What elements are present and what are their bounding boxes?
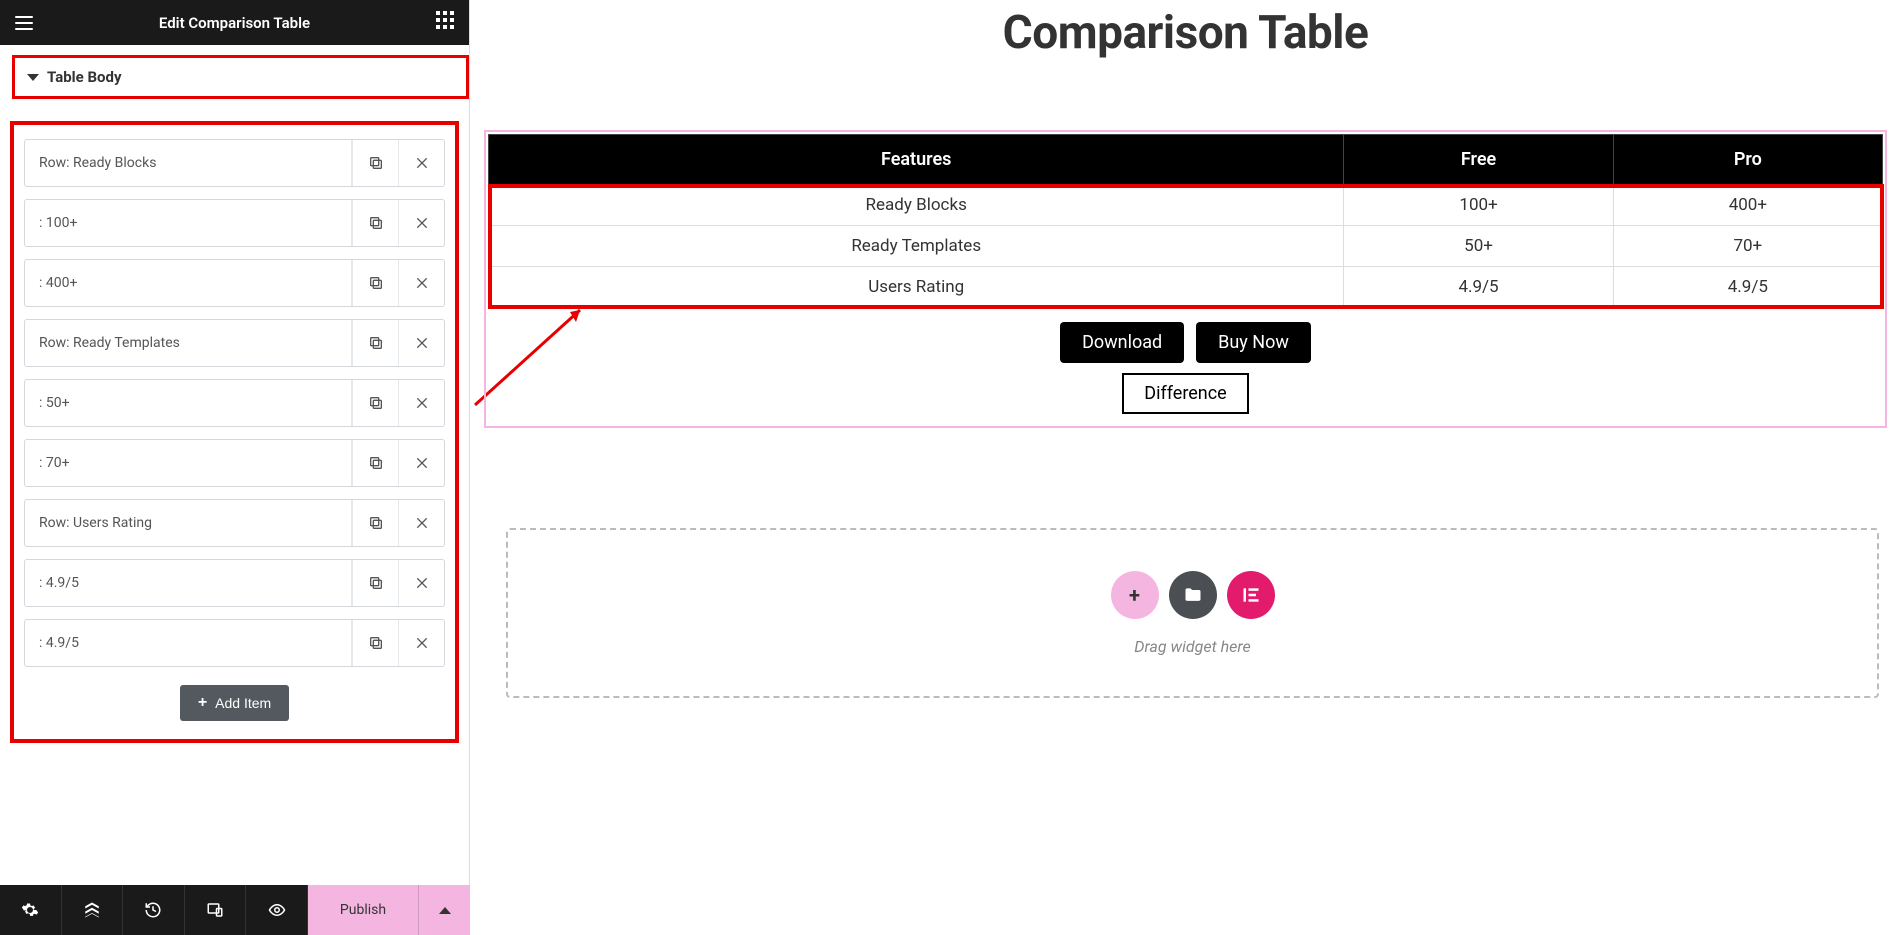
repeater-item: Row: Ready Templates [24, 319, 445, 367]
cell: 70+ [1613, 226, 1882, 267]
repeater-item-label[interactable]: : 4.9/5 [25, 560, 352, 606]
cell: Ready Templates [489, 226, 1344, 267]
remove-button[interactable] [398, 320, 444, 366]
header-pro: Pro [1613, 135, 1882, 185]
template-library-button[interactable] [1169, 571, 1217, 619]
repeater-item-label[interactable]: : 400+ [25, 260, 352, 306]
add-section-button[interactable]: + [1111, 571, 1159, 619]
remove-button[interactable] [398, 380, 444, 426]
page-title: Comparison Table [484, 6, 1887, 60]
table-row: Users Rating 4.9/5 4.9/5 [489, 267, 1883, 308]
preview-canvas: Comparison Table Features Free Pro Ready… [470, 0, 1901, 935]
elementskit-button[interactable] [1227, 571, 1275, 619]
ek-icon [1241, 585, 1261, 605]
cell: Users Rating [489, 267, 1344, 308]
remove-button[interactable] [398, 200, 444, 246]
publish-options-button[interactable] [418, 885, 470, 935]
duplicate-button[interactable] [352, 560, 398, 606]
folder-icon [1183, 585, 1203, 605]
header-free: Free [1344, 135, 1613, 185]
settings-icon[interactable] [0, 885, 62, 935]
repeater-item: : 4.9/5 [24, 559, 445, 607]
section-label: Table Body [47, 68, 122, 86]
repeater-item-label[interactable]: : 4.9/5 [25, 620, 352, 666]
remove-button[interactable] [398, 620, 444, 666]
remove-button[interactable] [398, 140, 444, 186]
repeater-item: : 50+ [24, 379, 445, 427]
drop-zone-text: Drag widget here [1134, 637, 1250, 656]
drop-zone-buttons: + [1111, 571, 1275, 619]
table-body: Ready Blocks 100+ 400+ Ready Templates 5… [489, 185, 1883, 308]
caret-up-icon [439, 907, 451, 914]
remove-button[interactable] [398, 440, 444, 486]
action-row: Download Buy Now Difference [488, 322, 1883, 414]
cell: 400+ [1613, 185, 1882, 226]
bottom-icons [0, 885, 308, 935]
download-button[interactable]: Download [1060, 322, 1184, 363]
editor-bottom-bar: Publish [0, 885, 470, 935]
repeater-item-label[interactable]: Row: Ready Templates [25, 320, 352, 366]
add-item-label: Add Item [215, 695, 271, 711]
duplicate-button[interactable] [352, 140, 398, 186]
hamburger-icon[interactable] [12, 11, 36, 35]
editor-panel: Edit Comparison Table Table Body Row: Re… [0, 0, 470, 935]
cell: 50+ [1344, 226, 1613, 267]
duplicate-button[interactable] [352, 200, 398, 246]
cell: 100+ [1344, 185, 1613, 226]
header-features: Features [489, 135, 1344, 185]
repeater-item-label[interactable]: Row: Users Rating [25, 500, 352, 546]
repeater-item-label[interactable]: : 50+ [25, 380, 352, 426]
drop-zone[interactable]: + Drag widget here [506, 528, 1879, 698]
cell: Ready Blocks [489, 185, 1344, 226]
repeater-item: Row: Ready Blocks [24, 139, 445, 187]
remove-button[interactable] [398, 260, 444, 306]
duplicate-button[interactable] [352, 440, 398, 486]
preview-icon[interactable] [246, 885, 308, 935]
plus-icon: + [198, 695, 207, 711]
repeater-item: : 400+ [24, 259, 445, 307]
plus-icon: + [1129, 583, 1140, 607]
repeater-item-label[interactable]: Row: Ready Blocks [25, 140, 352, 186]
apps-grid-icon[interactable] [433, 11, 457, 35]
duplicate-button[interactable] [352, 260, 398, 306]
table-row: Ready Templates 50+ 70+ [489, 226, 1883, 267]
repeater-item: : 70+ [24, 439, 445, 487]
repeater-item: : 4.9/5 [24, 619, 445, 667]
publish-button[interactable]: Publish [308, 885, 418, 935]
repeater-box: Row: Ready Blocks : 100+ : 400+ Row: Rea… [10, 121, 459, 743]
duplicate-button[interactable] [352, 620, 398, 666]
comparison-table: Features Free Pro Ready Blocks 100+ 400+… [488, 134, 1883, 308]
difference-button[interactable]: Difference [1122, 373, 1248, 414]
duplicate-button[interactable] [352, 320, 398, 366]
publish-bar: Publish [308, 885, 470, 935]
duplicate-button[interactable] [352, 500, 398, 546]
comparison-widget[interactable]: Features Free Pro Ready Blocks 100+ 400+… [484, 130, 1887, 428]
remove-button[interactable] [398, 560, 444, 606]
caret-down-icon [27, 74, 39, 81]
navigator-icon[interactable] [62, 885, 124, 935]
add-item-button[interactable]: + Add Item [180, 685, 289, 721]
history-icon[interactable] [123, 885, 185, 935]
section-table-body[interactable]: Table Body [12, 55, 469, 99]
buy-now-button[interactable]: Buy Now [1196, 322, 1311, 363]
repeater-item-label[interactable]: : 100+ [25, 200, 352, 246]
responsive-icon[interactable] [185, 885, 247, 935]
editor-title: Edit Comparison Table [159, 14, 310, 32]
table-header-row: Features Free Pro [489, 135, 1883, 185]
table-row: Ready Blocks 100+ 400+ [489, 185, 1883, 226]
duplicate-button[interactable] [352, 380, 398, 426]
repeater-item-label[interactable]: : 70+ [25, 440, 352, 486]
cell: 4.9/5 [1613, 267, 1882, 308]
remove-button[interactable] [398, 500, 444, 546]
repeater-item: : 100+ [24, 199, 445, 247]
editor-header: Edit Comparison Table [0, 0, 469, 45]
cell: 4.9/5 [1344, 267, 1613, 308]
repeater-item: Row: Users Rating [24, 499, 445, 547]
